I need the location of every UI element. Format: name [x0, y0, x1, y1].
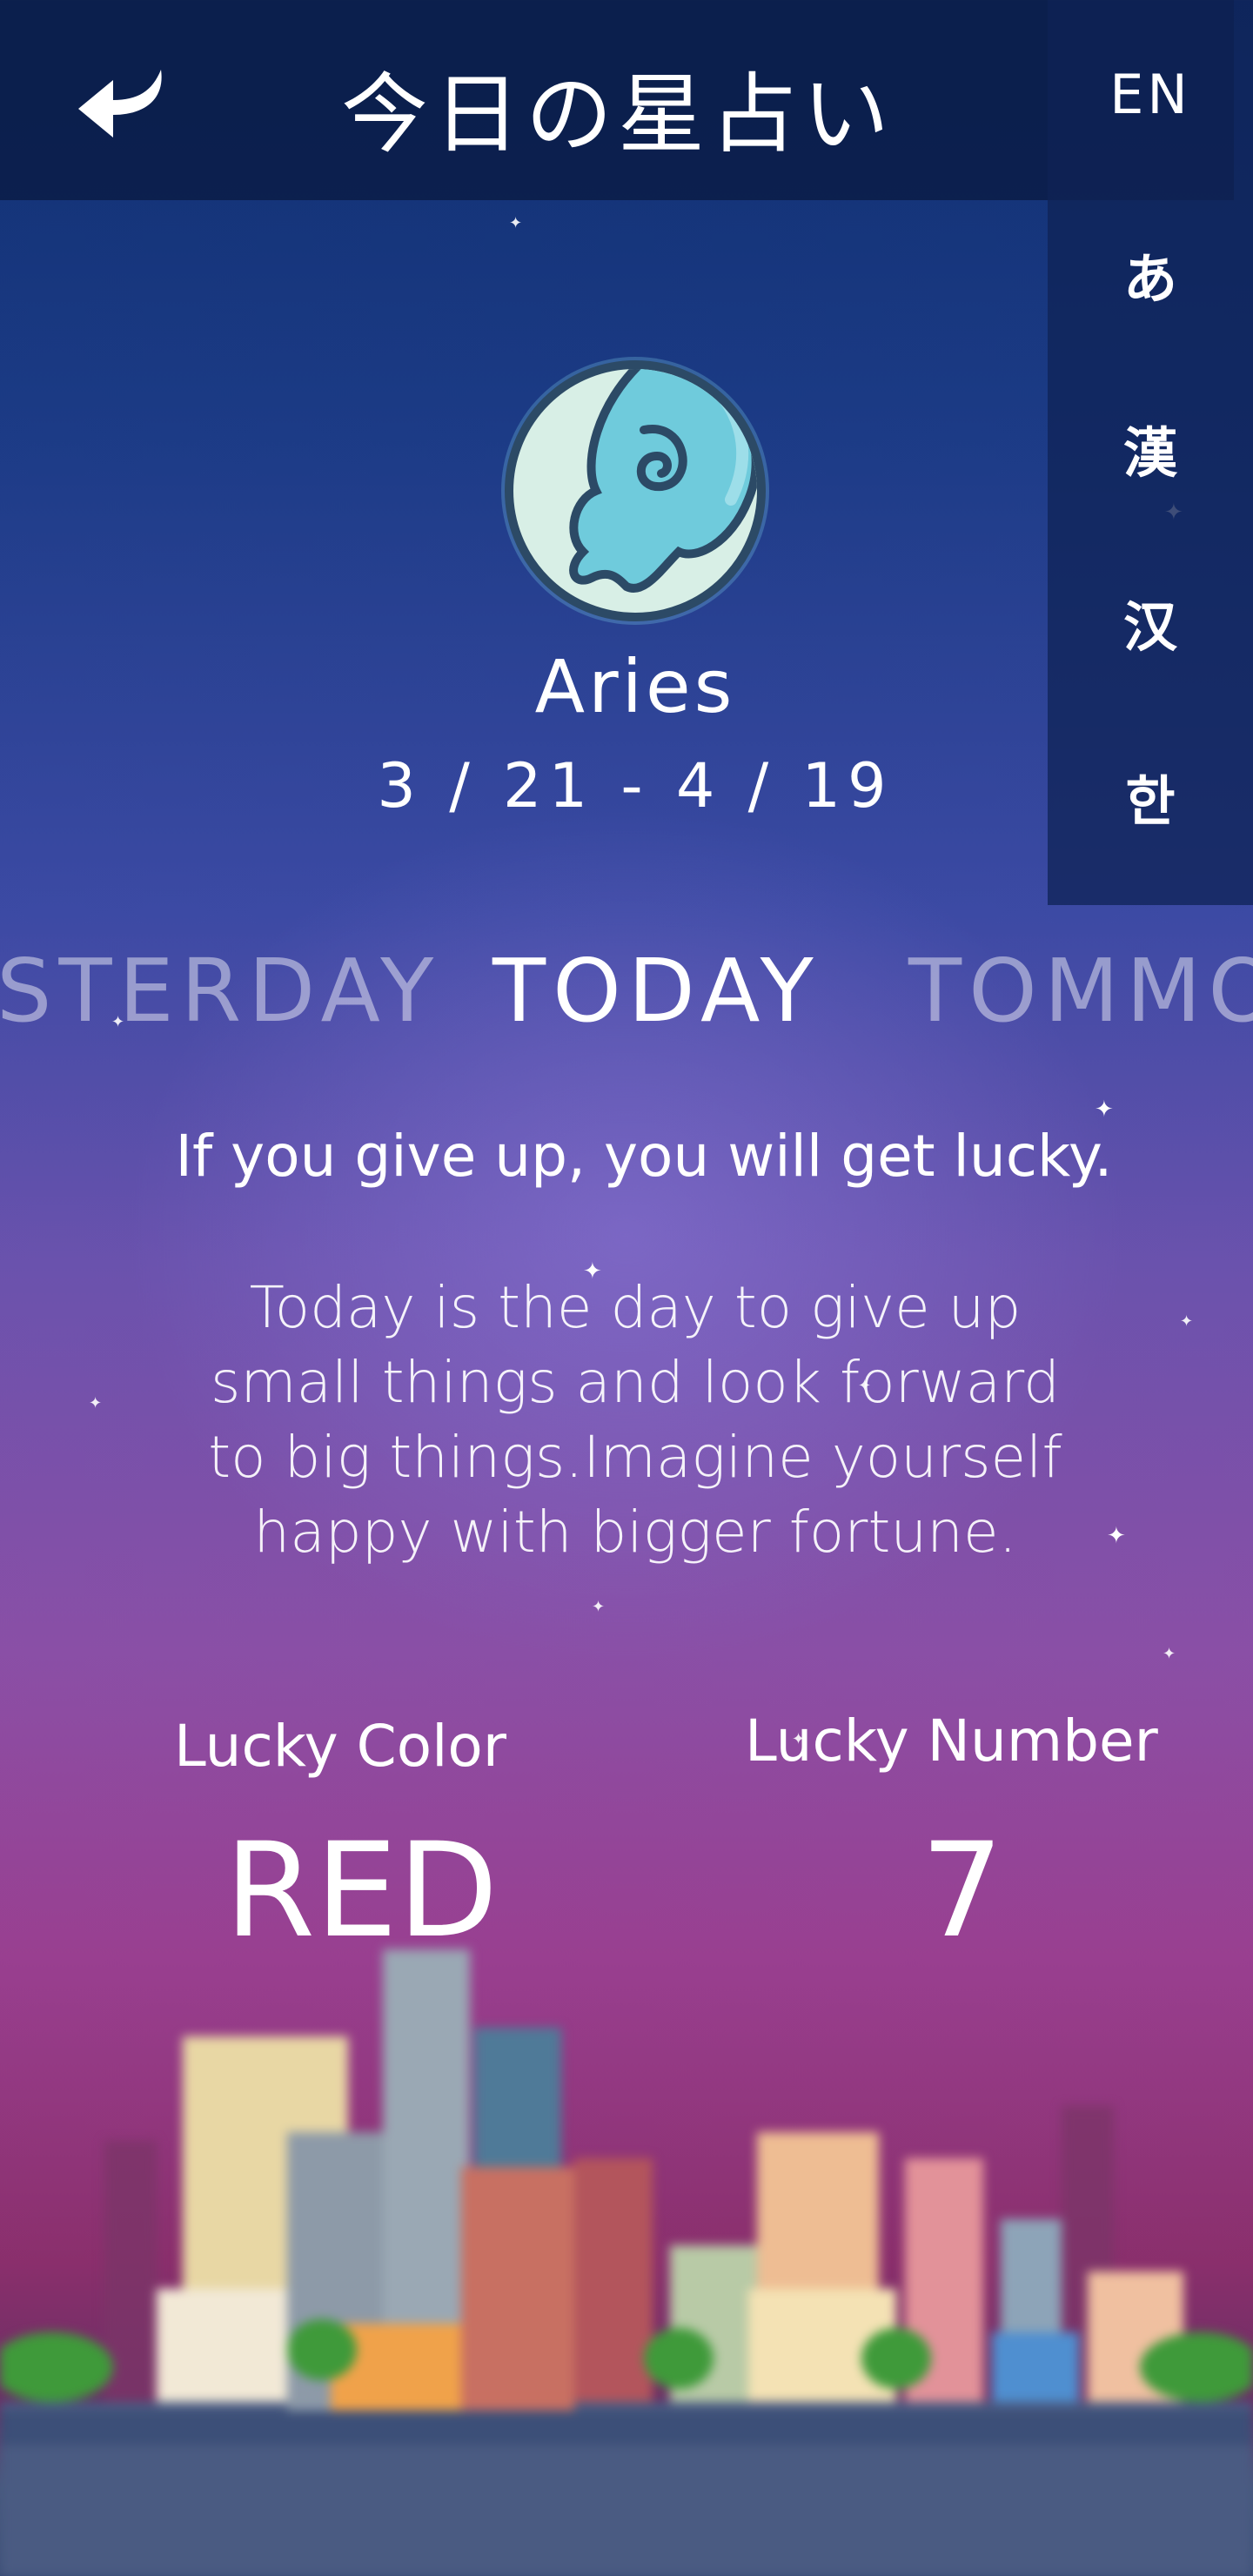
language-panel: EN あ 漢 汉 한: [1048, 0, 1253, 905]
back-arrow-icon: [78, 70, 162, 138]
star-decoration: ✦: [89, 1394, 103, 1412]
tab-today[interactable]: TODAY: [492, 940, 821, 1042]
lucky-number-label: Lucky Number: [745, 1707, 1158, 1774]
sign-name: Aries: [534, 644, 736, 729]
city-skyline-illustration: [0, 1949, 1253, 2576]
fortune-line: happy with bigger fortune.: [253, 1499, 1017, 1566]
back-button[interactable]: [70, 61, 183, 148]
lucky-color-label: Lucky Color: [174, 1713, 506, 1780]
fortune-line: to big things.Imagine yourself: [208, 1424, 1062, 1491]
language-option-en[interactable]: EN: [1048, 63, 1253, 126]
language-option-hiragana[interactable]: あ: [1048, 235, 1253, 313]
star-decoration: ✦: [1095, 1097, 1114, 1123]
fortune-headline: If you give up, you will get lucky.: [175, 1123, 1113, 1190]
sign-date-range: 3 / 21 - 4 / 19: [377, 750, 894, 822]
language-option-kanji[interactable]: 漢: [1048, 409, 1253, 487]
star-decoration: ✦: [1107, 1523, 1126, 1549]
star-decoration: ✦: [509, 214, 523, 232]
ram-icon: [569, 369, 757, 593]
tab-tomorrow[interactable]: TOMMO: [908, 940, 1253, 1042]
star-decoration: ✦: [1180, 1312, 1194, 1331]
fortune-line: small things and look forward: [210, 1349, 1061, 1416]
language-option-simplified-chinese[interactable]: 汉: [1048, 583, 1253, 661]
star-decoration: ✦: [1163, 1645, 1176, 1663]
fortune-line: Today is the day to give up: [249, 1274, 1022, 1341]
page-title: 今日の星占い: [341, 64, 895, 165]
fortune-body: Today is the day to give up small things…: [200, 1271, 1070, 1570]
language-option-korean[interactable]: 한: [1048, 757, 1253, 835]
star-decoration: ✦: [592, 1598, 606, 1616]
zodiac-badge: [505, 360, 766, 621]
tab-yesterday[interactable]: STERDAY: [0, 940, 440, 1042]
